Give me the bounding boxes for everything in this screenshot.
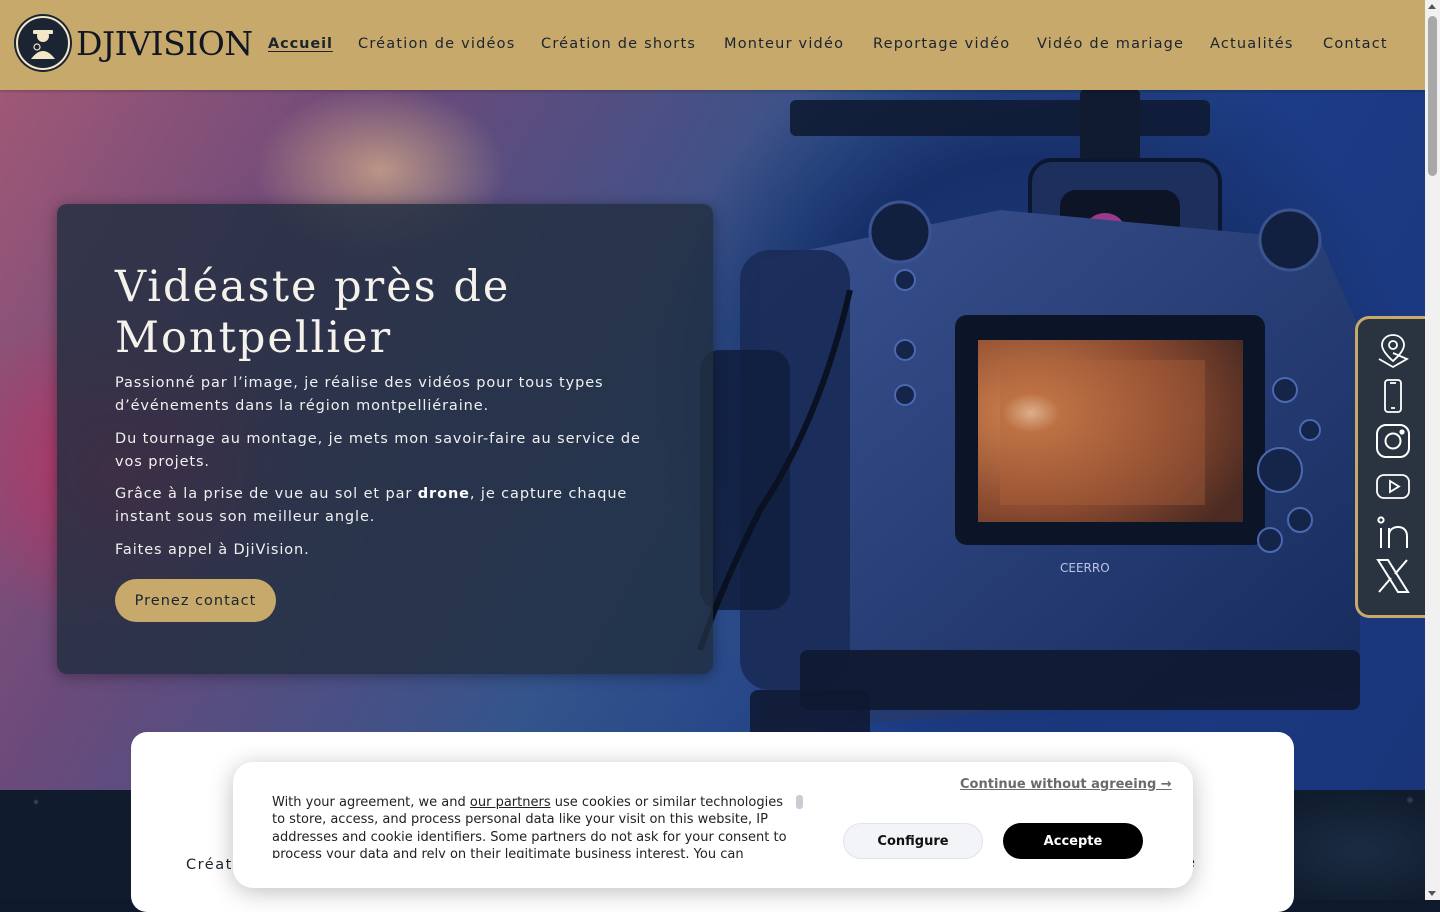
nav-item-creation-videos[interactable]: Création de vidéos [358,36,515,52]
cookie-text-scrollbar[interactable] [796,795,803,809]
configure-button[interactable]: Configure [843,823,983,859]
panel-heading-partial: Créati [186,857,239,873]
scroll-down-arrow-icon[interactable] [1428,891,1436,896]
nav-item-accueil[interactable]: Accueil [268,36,333,52]
nav-item-reportage-video[interactable]: Reportage vidéo [873,36,1010,52]
hero-paragraph-3: Grâce à la prise de vue au sol et par dr… [115,483,655,529]
camera-brand-label: CEERRO [1060,561,1110,575]
social-sidebar [1355,316,1425,618]
hero-paragraph-3-drone: drone [417,486,470,502]
hero-paragraph-2: Du tournage au montage, je mets mon savo… [115,431,641,470]
youtube-icon[interactable] [1374,467,1412,505]
cookie-text-start: With your agreement, we and [272,795,470,810]
nav-item-contact[interactable]: Contact [1323,36,1388,52]
hero-card: Vidéaste près de Montpellier Passionné p… [57,204,713,674]
nav-item-actualites[interactable]: Actualités [1210,36,1294,52]
hero-paragraph-1: Passionné par l’image, je réalise des vi… [115,375,604,414]
cookie-consent-text: With your agreement, we and our partners… [272,794,792,858]
main-nav: Accueil Création de vidéos Création de s… [0,36,1425,56]
linkedin-icon[interactable] [1374,513,1412,551]
cookie-consent-banner: With your agreement, we and our partners… [233,762,1193,888]
hero-section: CEERRO Vidéaste près de Montpellier Pass… [0,90,1425,790]
scroll-up-arrow-icon[interactable] [1428,4,1436,9]
hero-paragraph-4: Faites appel à DjiVision. [115,542,310,558]
location-pin-icon[interactable] [1374,331,1412,369]
continue-without-agreeing-link[interactable]: Continue without agreeing → [960,777,1172,792]
smartphone-icon[interactable] [1374,377,1412,415]
accept-button[interactable]: Accepte [1003,823,1143,859]
nav-item-creation-shorts[interactable]: Création de shorts [541,36,696,52]
nav-item-monteur-video[interactable]: Monteur vidéo [724,36,844,52]
x-icon[interactable] [1374,557,1412,595]
contact-cta-button[interactable]: Prenez contact [115,579,276,622]
site-header: DJIVISION Accueil Création de vidéos Cré… [0,0,1425,90]
scrollbar-thumb[interactable] [1428,16,1437,176]
partners-link[interactable]: our partners [470,795,551,810]
hero-title: Vidéaste près de Montpellier [115,262,511,363]
nav-item-video-mariage[interactable]: Vidéo de mariage [1037,36,1184,52]
instagram-icon[interactable] [1374,422,1412,460]
hero-paragraph-3-start: Grâce à la prise de vue au sol et par [115,486,418,502]
page-scrollbar[interactable] [1425,0,1440,900]
